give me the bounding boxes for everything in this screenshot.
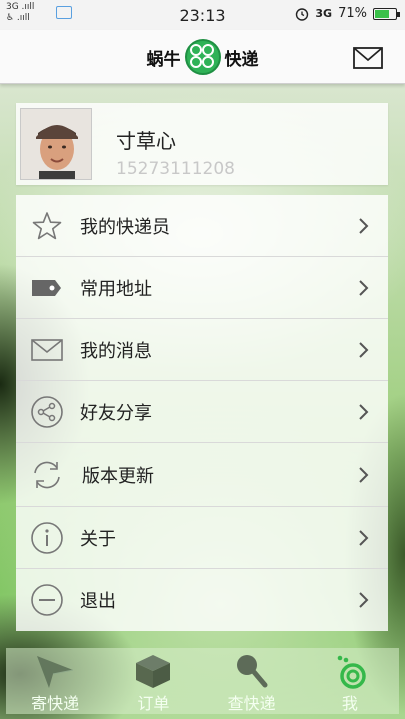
- tab-me[interactable]: 我: [301, 648, 399, 714]
- battery-percent: 71%: [338, 6, 367, 21]
- menu-item-label: 我的消息: [80, 340, 152, 362]
- settings-menu: 我的快递员 常用地址 我的消息 好友分享 版本更新 关于 退出: [16, 195, 388, 631]
- chevron-right-icon: [359, 467, 369, 483]
- mail-icon: [31, 339, 63, 361]
- menu-item-share[interactable]: 好友分享: [16, 381, 388, 443]
- app-logo: 蜗牛 快递: [0, 39, 405, 75]
- app-header: 蜗牛 快递: [0, 30, 405, 84]
- tab-label: 我: [341, 694, 358, 713]
- battery-icon: [373, 7, 400, 20]
- info-icon: [31, 522, 63, 554]
- profile-name: 寸草心: [116, 129, 176, 153]
- menu-item-addresses[interactable]: 常用地址: [16, 257, 388, 319]
- menu-item-label: 关于: [80, 528, 116, 550]
- menu-item-messages[interactable]: 我的消息: [16, 319, 388, 381]
- avatar-photo: [21, 109, 91, 179]
- bottom-tab-bar: 寄快递 订单 查快递 我: [6, 648, 399, 714]
- menu-item-logout[interactable]: 退出: [16, 569, 388, 631]
- tab-label: 订单: [137, 694, 170, 713]
- menu-item-label: 版本更新: [82, 465, 154, 487]
- menu-item-my-courier[interactable]: 我的快递员: [16, 195, 388, 257]
- chevron-right-icon: [359, 280, 369, 296]
- profile-phone: 15273111208: [116, 159, 235, 179]
- minus-circle-icon: [31, 584, 63, 616]
- logo-text-left: 蜗牛: [146, 49, 181, 70]
- tab-label: 查快递: [227, 694, 276, 713]
- mail-icon[interactable]: [353, 47, 383, 69]
- network-type: 3G: [315, 7, 333, 20]
- menu-item-label: 退出: [80, 591, 116, 612]
- tab-orders[interactable]: 订单: [104, 648, 202, 714]
- star-icon: [32, 212, 62, 240]
- chevron-right-icon: [359, 404, 369, 420]
- logo-emblem-icon: [184, 39, 221, 75]
- search-icon: [236, 655, 268, 688]
- chevron-right-icon: [359, 218, 369, 234]
- menu-item-update[interactable]: 版本更新: [16, 443, 388, 507]
- tab-label: 寄快递: [31, 694, 80, 713]
- alarm-icon: [296, 7, 309, 21]
- tag-icon: [32, 280, 61, 296]
- menu-item-label: 我的快递员: [80, 216, 170, 238]
- status-bar: 3G .ııll ♿ .ııll 23:13 3G 71%: [0, 0, 405, 30]
- profile-card[interactable]: 寸草心 15273111208: [16, 103, 388, 185]
- menu-item-label: 好友分享: [80, 402, 152, 424]
- paper-plane-icon: [37, 656, 74, 688]
- chevron-right-icon: [359, 342, 369, 358]
- menu-item-label: 常用地址: [80, 278, 152, 300]
- menu-item-about[interactable]: 关于: [16, 507, 388, 569]
- share-icon: [31, 396, 63, 428]
- logo-text-right: 快递: [224, 49, 259, 70]
- chevron-right-icon: [359, 592, 369, 608]
- box-icon: [136, 655, 171, 688]
- tab-send[interactable]: 寄快递: [6, 648, 104, 714]
- avatar[interactable]: [20, 108, 92, 180]
- refresh-icon: [34, 461, 60, 489]
- snail-icon: [337, 655, 366, 689]
- chevron-right-icon: [359, 530, 369, 546]
- tab-track[interactable]: 查快递: [203, 648, 301, 714]
- status-right: 3G 71%: [295, 6, 400, 21]
